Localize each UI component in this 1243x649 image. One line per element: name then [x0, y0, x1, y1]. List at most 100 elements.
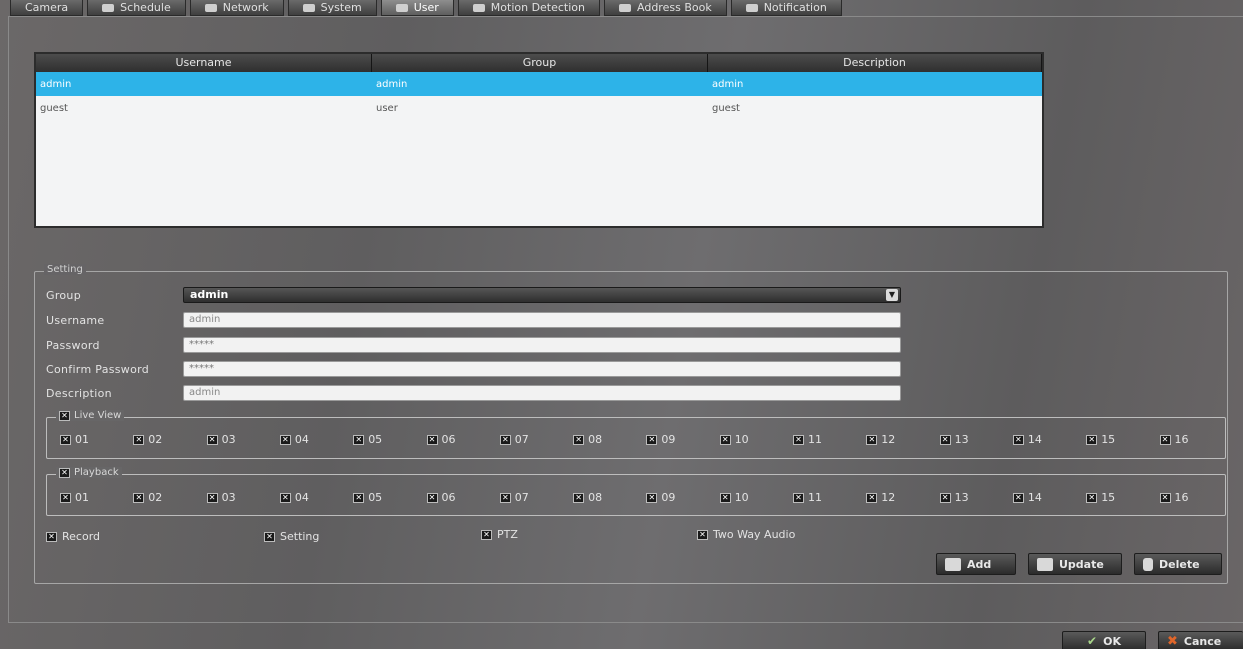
permission-setting[interactable]: ✕ Setting	[264, 530, 319, 543]
live-view-channel-11[interactable]: ✕ 11	[793, 433, 822, 446]
channel-checkbox[interactable]: ✕	[133, 434, 145, 445]
channel-checkbox[interactable]: ✕	[353, 492, 365, 503]
channel-checkbox[interactable]: ✕	[573, 434, 585, 445]
playback-channel-03[interactable]: ✕ 03	[206, 491, 236, 504]
confirm-password-input[interactable]: *****	[183, 361, 901, 377]
playback-channel-12[interactable]: ✕ 12	[866, 491, 895, 504]
channel-checkbox[interactable]: ✕	[1159, 434, 1171, 445]
cancel-button[interactable]: ✖ Cance	[1158, 631, 1243, 649]
channel-checkbox[interactable]: ✕	[939, 492, 951, 503]
channel-checkbox[interactable]: ✕	[866, 434, 878, 445]
live-view-title[interactable]: ✕ Live View	[56, 410, 125, 421]
permission-record[interactable]: ✕ Record	[46, 530, 100, 543]
record-checkbox[interactable]: ✕	[46, 531, 57, 542]
tab-motion-detection[interactable]: Motion Detection	[457, 0, 601, 16]
channel-checkbox[interactable]: ✕	[1012, 492, 1024, 503]
live-view-channel-09[interactable]: ✕ 09	[646, 433, 675, 446]
playback-channel-11[interactable]: ✕ 11	[793, 491, 822, 504]
tab-network[interactable]: Network	[189, 0, 284, 16]
tab-notification[interactable]: Notification	[730, 0, 842, 16]
channel-checkbox[interactable]: ✕	[939, 434, 951, 445]
live-view-channel-15[interactable]: ✕ 15	[1086, 433, 1115, 446]
playback-channel-10[interactable]: ✕ 10	[719, 491, 749, 504]
channel-checkbox[interactable]: ✕	[426, 492, 438, 503]
channel-checkbox[interactable]: ✕	[866, 492, 878, 503]
live-view-channel-14[interactable]: ✕ 14	[1012, 433, 1042, 446]
playback-channel-09[interactable]: ✕ 09	[646, 491, 675, 504]
channel-checkbox[interactable]: ✕	[719, 434, 731, 445]
playback-title[interactable]: ✕ Playback	[56, 467, 122, 478]
channel-checkbox[interactable]: ✕	[279, 434, 291, 445]
tab-system[interactable]: System	[287, 0, 377, 16]
username-input[interactable]: admin	[183, 312, 901, 328]
table-row[interactable]: admin admin admin	[36, 72, 1042, 96]
playback-channel-04[interactable]: ✕ 04	[279, 491, 309, 504]
update-button[interactable]: Update	[1028, 553, 1122, 575]
playback-channel-15[interactable]: ✕ 15	[1086, 491, 1115, 504]
column-header-description[interactable]: Description	[708, 54, 1042, 72]
live-view-channel-02[interactable]: ✕ 02	[133, 433, 162, 446]
live-view-channel-13[interactable]: ✕ 13	[939, 433, 969, 446]
live-view-channel-08[interactable]: ✕ 08	[573, 433, 602, 446]
live-view-channel-10[interactable]: ✕ 10	[719, 433, 749, 446]
live-view-channel-03[interactable]: ✕ 03	[206, 433, 236, 446]
tab-schedule[interactable]: Schedule	[87, 0, 186, 16]
chevron-down-icon[interactable]: ▼	[886, 289, 898, 301]
ok-button[interactable]: ✔ OK	[1062, 631, 1146, 649]
channel-checkbox[interactable]: ✕	[206, 434, 218, 445]
two-way-audio-checkbox[interactable]: ✕	[697, 529, 708, 540]
playback-channel-02[interactable]: ✕ 02	[133, 491, 162, 504]
delete-button[interactable]: Delete	[1134, 553, 1222, 575]
channel-checkbox[interactable]: ✕	[646, 492, 658, 503]
tab-address-book[interactable]: Address Book	[604, 0, 727, 16]
live-view-channel-06[interactable]: ✕ 06	[426, 433, 456, 446]
description-input[interactable]: admin	[183, 385, 901, 401]
live-view-checkbox[interactable]: ✕	[59, 410, 70, 421]
channel-checkbox[interactable]: ✕	[646, 434, 658, 445]
channel-checkbox[interactable]: ✕	[60, 434, 71, 445]
live-view-channel-05[interactable]: ✕ 05	[353, 433, 382, 446]
channel-checkbox[interactable]: ✕	[1086, 434, 1098, 445]
column-header-group[interactable]: Group	[372, 54, 708, 72]
password-input[interactable]: *****	[183, 337, 901, 353]
channel-checkbox[interactable]: ✕	[279, 492, 291, 503]
playback-channel-08[interactable]: ✕ 08	[573, 491, 602, 504]
add-button[interactable]: Add	[936, 553, 1016, 575]
live-view-channel-01[interactable]: ✕ 01	[60, 433, 89, 446]
playback-channel-07[interactable]: ✕ 07	[499, 491, 529, 504]
channel-checkbox[interactable]: ✕	[60, 492, 71, 503]
tab-user[interactable]: User	[380, 0, 454, 16]
playback-channel-14[interactable]: ✕ 14	[1012, 491, 1042, 504]
column-header-username[interactable]: Username	[36, 54, 372, 72]
permission-ptz[interactable]: ✕ PTZ	[481, 528, 518, 541]
live-view-channel-12[interactable]: ✕ 12	[866, 433, 895, 446]
playback-channel-13[interactable]: ✕ 13	[939, 491, 969, 504]
channel-checkbox[interactable]: ✕	[1159, 492, 1171, 503]
ptz-checkbox[interactable]: ✕	[481, 529, 492, 540]
playback-channel-16[interactable]: ✕ 16	[1159, 491, 1189, 504]
channel-checkbox[interactable]: ✕	[499, 492, 511, 503]
channel-checkbox[interactable]: ✕	[719, 492, 731, 503]
channel-checkbox[interactable]: ✕	[206, 492, 218, 503]
channel-checkbox[interactable]: ✕	[426, 434, 438, 445]
channel-checkbox[interactable]: ✕	[1012, 434, 1024, 445]
live-view-channel-07[interactable]: ✕ 07	[499, 433, 529, 446]
table-row[interactable]: guest user guest	[36, 96, 1042, 120]
channel-checkbox[interactable]: ✕	[1086, 492, 1098, 503]
setting-checkbox[interactable]: ✕	[264, 531, 275, 542]
channel-checkbox[interactable]: ✕	[133, 492, 145, 503]
channel-checkbox[interactable]: ✕	[573, 492, 585, 503]
playback-channel-01[interactable]: ✕ 01	[60, 491, 89, 504]
channel-checkbox[interactable]: ✕	[353, 434, 365, 445]
live-view-channel-04[interactable]: ✕ 04	[279, 433, 309, 446]
playback-channel-06[interactable]: ✕ 06	[426, 491, 456, 504]
group-select[interactable]: admin ▼	[183, 287, 901, 303]
channel-checkbox[interactable]: ✕	[793, 434, 804, 445]
channel-checkbox[interactable]: ✕	[793, 492, 804, 503]
channel-checkbox[interactable]: ✕	[499, 434, 511, 445]
playback-channel-05[interactable]: ✕ 05	[353, 491, 382, 504]
tab-camera[interactable]: Camera	[10, 0, 84, 16]
playback-checkbox[interactable]: ✕	[59, 467, 70, 478]
live-view-channel-16[interactable]: ✕ 16	[1159, 433, 1189, 446]
permission-two-way-audio[interactable]: ✕ Two Way Audio	[697, 528, 795, 541]
